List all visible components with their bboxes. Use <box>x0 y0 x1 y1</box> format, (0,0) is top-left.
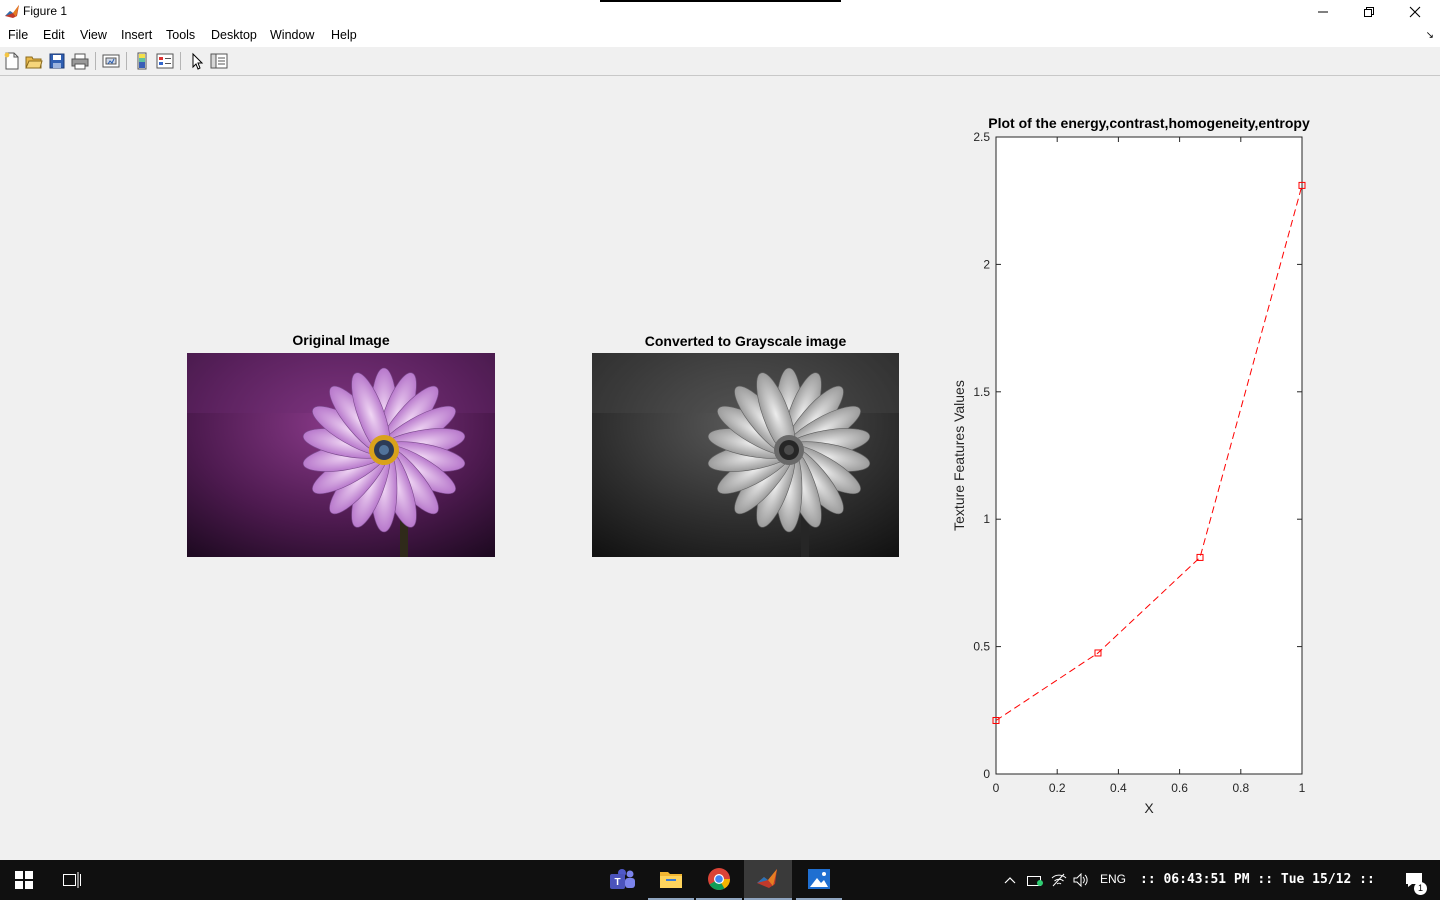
y-tick-label: 0.5 <box>973 640 990 654</box>
x-tick-label: 0 <box>993 781 1000 795</box>
figure-canvas: Original Image Converted to Grayscale im… <box>0 76 1440 860</box>
new-figure-icon[interactable] <box>3 52 21 70</box>
toolbar-separator <box>95 52 96 70</box>
toolbar-separator <box>180 52 181 70</box>
taskbar-clock[interactable]: :: 06:43:51 PM :: Tue 15/12 :: <box>1140 872 1375 887</box>
y-tick-label: 0 <box>983 767 990 781</box>
task-view-icon <box>63 872 81 888</box>
defender-shield-icon <box>1027 876 1043 886</box>
close-icon <box>1409 6 1421 18</box>
texture-features-plot: 0 0.5 1 1.5 2 2.5 0 0.2 0.4 0.6 0.8 1 Plot of the en… <box>951 115 1310 816</box>
input-language[interactable]: ENG <box>1100 872 1126 886</box>
taskbar: T ENG :: 06:43:51 PM:: Tue 15/12:: 1 <box>0 860 1440 900</box>
file-explorer-icon <box>660 872 682 888</box>
notification-badge: 1 <box>1414 882 1427 895</box>
original-image-title: Original Image <box>292 332 390 348</box>
link-plot-icon[interactable] <box>102 52 120 70</box>
menu-view[interactable]: View <box>80 28 107 42</box>
y-tick-label: 2.5 <box>973 130 990 144</box>
title-bar-accent-line <box>600 0 841 2</box>
menu-bar: File Edit View Insert Tools Desktop Wind… <box>0 24 1440 47</box>
x-tick-label: 0.8 <box>1232 781 1249 795</box>
taskbar-app-photos[interactable] <box>796 860 842 900</box>
svg-text:T: T <box>614 877 620 888</box>
taskbar-app-file-explorer[interactable] <box>648 860 694 900</box>
plot-axes-box <box>995 136 1303 775</box>
menu-tools[interactable]: Tools <box>166 28 195 42</box>
menu-help[interactable]: Help <box>331 28 357 42</box>
x-tick-label: 1 <box>1299 781 1306 795</box>
menu-desktop[interactable]: Desktop <box>211 28 257 42</box>
matlab-icon <box>4 4 20 20</box>
y-tick-label: 1 <box>983 512 990 526</box>
tray-network[interactable] <box>1048 860 1070 900</box>
insert-colorbar-icon[interactable] <box>133 52 151 70</box>
x-tick-label: 0.2 <box>1049 781 1066 795</box>
x-tick-label: 0.6 <box>1171 781 1188 795</box>
minimize-icon <box>1318 11 1328 13</box>
edit-plot-icon[interactable] <box>188 52 206 70</box>
y-tick-label: 2 <box>983 257 990 271</box>
save-icon[interactable] <box>48 52 66 70</box>
taskbar-app-teams[interactable]: T <box>600 860 646 900</box>
taskbar-app-matlab[interactable] <box>744 860 792 900</box>
start-button[interactable] <box>0 860 48 900</box>
plot-title: Plot of the energy,contrast,homogeneity,… <box>988 115 1310 131</box>
open-file-icon[interactable] <box>25 52 43 70</box>
minimize-button[interactable] <box>1300 0 1346 24</box>
show-plot-tools-icon[interactable] <box>210 52 228 70</box>
insert-legend-icon[interactable] <box>156 52 174 70</box>
window-title: Figure 1 <box>23 4 68 18</box>
x-tick-label: 0.4 <box>1110 781 1127 795</box>
menu-edit[interactable]: Edit <box>43 28 65 42</box>
y-tick-label: 1.5 <box>973 385 990 399</box>
y-axis-label: Texture Features Values <box>951 380 967 531</box>
grayscale-image-title: Converted to Grayscale image <box>644 333 847 349</box>
toolbar-separator <box>126 52 127 70</box>
chrome-icon <box>708 868 730 890</box>
tray-security[interactable] <box>1024 860 1046 900</box>
menu-file[interactable]: File <box>8 28 28 42</box>
teams-icon: T <box>610 869 635 889</box>
photos-icon <box>808 869 830 889</box>
tray-volume[interactable] <box>1070 860 1092 900</box>
menu-window[interactable]: Window <box>270 28 314 42</box>
taskbar-app-chrome[interactable] <box>696 860 742 900</box>
restore-button[interactable] <box>1346 0 1392 24</box>
chevron-up-icon <box>1004 877 1016 884</box>
task-view-button[interactable] <box>48 860 96 900</box>
grayscale-image <box>592 353 899 557</box>
close-button[interactable] <box>1392 0 1438 24</box>
print-icon[interactable] <box>71 52 89 70</box>
windows-start-icon <box>15 871 33 889</box>
x-axis-label: X <box>1144 800 1154 816</box>
figure-toolbar <box>0 48 1440 76</box>
menu-insert[interactable]: Insert <box>121 28 152 42</box>
show-hidden-icons-button[interactable] <box>1000 860 1020 900</box>
dock-figure-icon[interactable]: ↘ <box>1426 30 1434 41</box>
action-center-button[interactable]: 1 <box>1394 860 1434 900</box>
wifi-icon <box>1051 873 1067 887</box>
window-title-bar: Figure 1 <box>0 0 1440 24</box>
speaker-icon <box>1073 873 1088 887</box>
original-image <box>187 353 495 557</box>
matlab-icon <box>757 869 777 888</box>
restore-icon <box>1364 7 1374 17</box>
